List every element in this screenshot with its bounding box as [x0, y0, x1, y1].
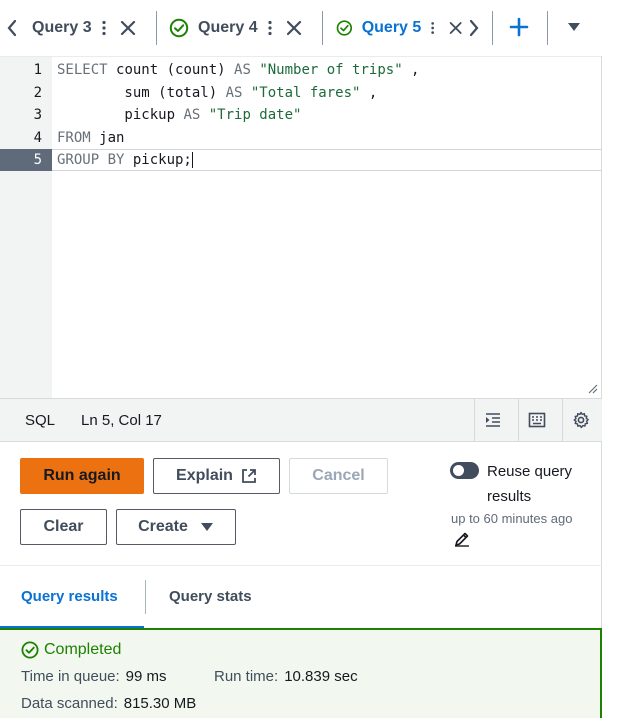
line-number: 5 — [33, 152, 42, 168]
section-divider — [0, 565, 602, 566]
code-token: count (count) — [116, 62, 235, 78]
run-time-value: 10.839 sec — [284, 668, 358, 685]
tab-actions-icon[interactable] — [431, 20, 435, 36]
resize-handle-icon[interactable] — [586, 382, 598, 394]
cursor-position: Ln 5, Col 17 — [81, 412, 162, 429]
chevron-left-icon — [7, 19, 17, 37]
tab-query-5[interactable]: Query 5 — [326, 6, 462, 50]
line-number: 1 — [33, 62, 42, 78]
add-query-tab-icon[interactable] — [508, 16, 530, 38]
chevron-right-icon — [469, 19, 479, 37]
code-token: jan — [99, 129, 125, 146]
tab-label: Query 4 — [198, 19, 258, 36]
editor-border — [601, 56, 602, 718]
explain-button-label: Explain — [176, 467, 233, 484]
code-token: , — [360, 84, 378, 101]
code-token: "Trip date" — [208, 107, 302, 123]
tab-actions-icon[interactable] — [101, 20, 106, 36]
tab-divider — [322, 11, 323, 45]
code-text: FROM jan — [57, 127, 124, 149]
query-status-text: Completed — [44, 641, 122, 658]
code-token: "Number of trips" — [259, 62, 403, 78]
create-button-label: Create — [138, 518, 188, 535]
reuse-results-label: Reuse query results — [487, 463, 573, 505]
code-line[interactable]: 3 pickup AS "Trip date" — [0, 104, 602, 126]
query-tab-bar: Query 3 Query 4 Query 5 — [0, 0, 618, 56]
close-icon[interactable] — [120, 20, 136, 36]
external-link-icon — [242, 469, 256, 483]
success-check-icon — [336, 20, 353, 36]
run-time-label: Run time: — [214, 668, 279, 685]
code-text: GROUP BY pickup; — [57, 149, 193, 171]
scroll-tabs-left-button[interactable] — [1, 14, 23, 42]
tab-divider — [547, 11, 548, 45]
code-line[interactable]: 1 SELECT count (count) AS "Number of trip… — [0, 59, 602, 81]
code-text: sum (total) AS "Total fares" , — [57, 82, 377, 104]
code-token: GROUP BY — [57, 152, 133, 168]
code-line[interactable]: 5 GROUP BY pickup; — [0, 149, 602, 171]
reuse-results-window: up to 60 minutes ago — [451, 511, 573, 526]
line-number: 3 — [33, 107, 42, 123]
run-time: Run time: 10.839 sec — [214, 668, 358, 685]
clear-button[interactable]: Clear — [20, 509, 107, 545]
tab-query-3[interactable]: Query 3 — [32, 6, 150, 50]
caret-down-icon[interactable] — [567, 22, 581, 32]
code-token: AS — [234, 62, 260, 78]
tab-label: Query 3 — [32, 19, 92, 36]
success-check-icon — [21, 641, 39, 659]
query-status: Completed — [21, 641, 121, 659]
code-line[interactable]: 2 sum (total) AS "Total fares" , — [0, 82, 602, 104]
text-cursor — [191, 152, 193, 168]
edit-pencil-icon[interactable] — [454, 531, 470, 547]
tab-query-stats[interactable]: Query stats — [169, 588, 252, 605]
line-number: 4 — [33, 129, 42, 146]
editor-status-bar: SQL Ln 5, Col 17 — [0, 398, 602, 442]
tab-divider — [156, 11, 157, 45]
code-token: FROM — [57, 129, 100, 146]
scroll-tabs-right-button[interactable] — [463, 14, 485, 42]
code-token: pickup; — [132, 152, 192, 168]
format-indent-icon — [485, 413, 500, 427]
code-token: pickup — [57, 107, 184, 123]
run-again-button[interactable]: Run again — [20, 458, 144, 494]
data-scanned: Data scanned: 815.30 MB — [21, 695, 196, 712]
time-in-queue: Time in queue: 99 ms — [21, 668, 167, 685]
cancel-button[interactable]: Cancel — [289, 458, 388, 494]
code-text: SELECT count (count) AS "Number of trips… — [57, 59, 419, 81]
sql-editor[interactable]: 1 SELECT count (count) AS "Number of trip… — [0, 56, 602, 398]
reuse-results-description: up to 60 minutes ago — [451, 508, 581, 550]
caret-down-icon — [200, 523, 213, 531]
code-token: AS — [183, 107, 209, 123]
result-tab-divider — [145, 580, 146, 614]
tab-query-4[interactable]: Query 4 — [169, 6, 311, 50]
editor-language: SQL — [25, 412, 56, 429]
code-text: pickup AS "Trip date" — [57, 104, 301, 126]
create-dropdown-button[interactable]: Create — [116, 509, 236, 545]
code-token: , — [402, 62, 420, 78]
code-token: SELECT — [57, 62, 117, 78]
code-token: "Total fares" — [250, 84, 361, 101]
tab-divider — [492, 11, 493, 45]
close-icon[interactable] — [449, 20, 462, 36]
close-icon[interactable] — [286, 20, 302, 36]
data-scanned-value: 815.30 MB — [123, 695, 197, 712]
explain-button[interactable]: Explain — [153, 458, 280, 494]
code-line[interactable]: 4 FROM jan — [0, 127, 602, 149]
keyboard-shortcuts-button[interactable] — [518, 399, 554, 441]
data-scanned-label: Data scanned: — [21, 695, 118, 712]
code-token: sum (total) — [57, 84, 226, 101]
format-query-button[interactable] — [474, 399, 510, 441]
tab-actions-icon[interactable] — [267, 20, 272, 36]
gear-icon — [573, 411, 589, 429]
tab-label: Query 5 — [361, 19, 422, 36]
line-number: 2 — [33, 84, 42, 101]
code-token: AS — [225, 84, 251, 101]
reuse-results-toggle[interactable] — [450, 462, 479, 479]
keyboard-icon — [528, 412, 545, 428]
tab-query-results[interactable]: Query results — [21, 588, 118, 605]
time-in-queue-value: 99 ms — [125, 668, 167, 685]
editor-preferences-button[interactable] — [562, 399, 598, 441]
success-check-icon — [169, 18, 189, 38]
time-in-queue-label: Time in queue: — [21, 668, 120, 685]
